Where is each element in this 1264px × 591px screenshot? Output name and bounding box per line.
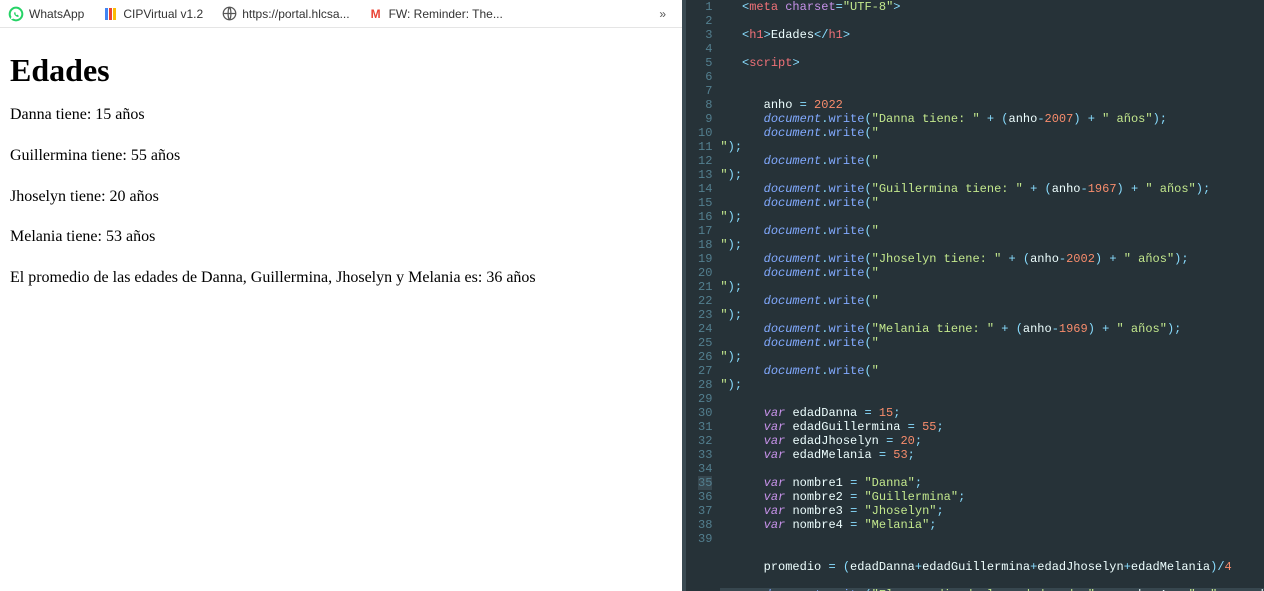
gmail-icon: M bbox=[368, 6, 384, 22]
bookmark-gmail[interactable]: M FW: Reminder: The... bbox=[368, 6, 503, 22]
rendered-page: Edades Danna tiene: 15 años Guillermina … bbox=[0, 28, 682, 319]
bookmark-label: https://portal.hlcsa... bbox=[242, 7, 349, 21]
bookmark-whatsapp[interactable]: WhatsApp bbox=[8, 6, 84, 22]
output-line: Guillermina tiene: 55 años bbox=[10, 146, 672, 167]
globe-icon bbox=[221, 6, 237, 22]
page-heading: Edades bbox=[10, 52, 672, 89]
bookmark-label: CIPVirtual v1.2 bbox=[123, 7, 203, 21]
browser-pane: WhatsApp CIPVirtual v1.2 https://portal.… bbox=[0, 0, 682, 591]
line-number-gutter: 1234567891011121314151617181920212223242… bbox=[686, 0, 720, 591]
output-line: Melania tiene: 53 años bbox=[10, 227, 672, 248]
cip-icon bbox=[102, 6, 118, 22]
whatsapp-icon bbox=[8, 6, 24, 22]
output-line: Danna tiene: 15 años bbox=[10, 105, 672, 126]
bookmarks-bar: WhatsApp CIPVirtual v1.2 https://portal.… bbox=[0, 0, 682, 28]
output-line: Jhoselyn tiene: 20 años bbox=[10, 187, 672, 208]
bookmark-cip[interactable]: CIPVirtual v1.2 bbox=[102, 6, 203, 22]
code-content[interactable]: <meta charset="UTF-8"> <h1>Edades</h1> <… bbox=[720, 0, 1264, 591]
output-line: El promedio de las edades de Danna, Guil… bbox=[10, 268, 672, 289]
bookmarks-expand-button[interactable]: » bbox=[651, 7, 674, 21]
code-editor[interactable]: 1234567891011121314151617181920212223242… bbox=[682, 0, 1264, 591]
bookmark-portal[interactable]: https://portal.hlcsa... bbox=[221, 6, 349, 22]
bookmark-label: FW: Reminder: The... bbox=[389, 7, 503, 21]
bookmark-label: WhatsApp bbox=[29, 7, 84, 21]
